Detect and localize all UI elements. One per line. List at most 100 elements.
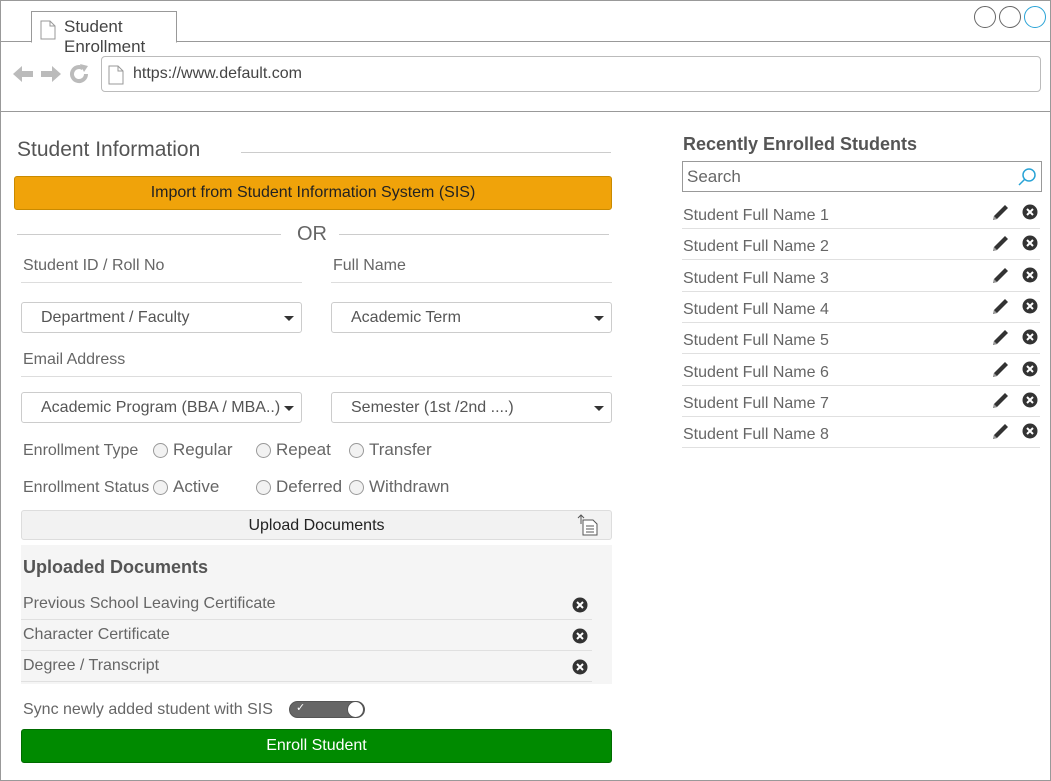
edit-pencil-icon[interactable]	[990, 297, 1010, 317]
radio-circle	[349, 479, 364, 495]
tab-strip: Student Enrollment	[1, 1, 1050, 56]
student-row: Student Full Name 7	[682, 386, 1040, 417]
import-sis-button[interactable]: Import from Student Information System (…	[14, 176, 612, 210]
remove-icon[interactable]	[572, 628, 588, 644]
restore-button[interactable]	[999, 6, 1021, 28]
minimize-button[interactable]	[974, 6, 996, 28]
divider	[241, 152, 611, 153]
check-icon: ✓	[296, 702, 306, 714]
full-name-label: Full Name	[333, 257, 406, 274]
student-name: Student Full Name 7	[683, 395, 829, 412]
student-name: Student Full Name 2	[683, 238, 829, 255]
edit-pencil-icon[interactable]	[990, 266, 1010, 286]
radio-label: Transfer	[369, 440, 432, 459]
remove-icon[interactable]	[572, 659, 588, 675]
radio-label: Regular	[173, 440, 233, 459]
remove-icon[interactable]	[1022, 361, 1038, 377]
radio-regular[interactable]: Regular	[153, 440, 233, 460]
recent-students-title: Recently Enrolled Students	[683, 134, 918, 154]
upload-documents-label: Upload Documents	[248, 517, 385, 534]
remove-icon[interactable]	[1022, 298, 1038, 314]
academic-term-select[interactable]: Academic Term	[331, 302, 612, 333]
chevron-down-icon	[594, 406, 604, 411]
close-window-button[interactable]	[1024, 6, 1046, 28]
url-field[interactable]: https://www.default.com	[101, 56, 1041, 92]
edit-pencil-icon[interactable]	[990, 360, 1010, 380]
edit-pencil-icon[interactable]	[990, 234, 1010, 254]
radio-transfer[interactable]: Transfer	[349, 440, 432, 460]
student-row: Student Full Name 2	[682, 229, 1040, 260]
enrollment-status-label: Enrollment Status	[23, 479, 150, 496]
edit-pencil-icon[interactable]	[990, 203, 1010, 223]
full-name-field[interactable]: Full Name	[331, 251, 612, 283]
address-bar-row: https://www.default.com	[1, 42, 1050, 112]
radio-circle	[349, 442, 364, 458]
student-row: Student Full Name 4	[682, 292, 1040, 323]
chevron-down-icon	[594, 316, 604, 321]
student-name: Student Full Name 4	[683, 301, 829, 318]
tab-student-enrollment[interactable]: Student Enrollment	[31, 11, 177, 56]
page-icon	[40, 20, 56, 40]
student-row: Student Full Name 3	[682, 261, 1040, 292]
student-id-label: Student ID / Roll No	[23, 257, 165, 274]
remove-icon[interactable]	[1022, 329, 1038, 345]
radio-label: Deferred	[276, 477, 343, 496]
window-controls	[974, 6, 1046, 28]
refresh-icon[interactable]	[67, 62, 91, 86]
edit-pencil-icon[interactable]	[990, 391, 1010, 411]
student-row: Student Full Name 5	[682, 323, 1040, 354]
department-select-value: Department / Faculty	[41, 309, 190, 326]
upload-documents-button[interactable]: Upload Documents	[21, 510, 612, 540]
chevron-down-icon	[284, 316, 294, 321]
document-name: Character Certificate	[23, 626, 170, 643]
student-row: Student Full Name 6	[682, 355, 1040, 386]
remove-icon[interactable]	[1022, 235, 1038, 251]
radio-repeat[interactable]: Repeat	[256, 440, 331, 460]
radio-active[interactable]: Active	[153, 477, 219, 497]
radio-circle	[256, 442, 271, 458]
sync-sis-toggle[interactable]: ✓	[289, 701, 365, 718]
student-row: Student Full Name 8	[682, 417, 1040, 448]
document-name: Previous School Leaving Certificate	[23, 595, 276, 612]
enroll-student-button[interactable]: Enroll Student	[21, 729, 612, 763]
document-row: Character Certificate	[21, 620, 592, 651]
uploaded-documents-panel: Uploaded Documents Previous School Leavi…	[21, 545, 612, 684]
nav-buttons	[11, 62, 91, 86]
radio-label: Withdrawn	[369, 477, 450, 496]
student-name: Student Full Name 3	[683, 270, 829, 287]
student-id-field[interactable]: Student ID / Roll No	[21, 251, 302, 283]
radio-circle	[153, 442, 168, 458]
remove-icon[interactable]	[572, 597, 588, 613]
student-row: Student Full Name 1	[682, 198, 1040, 229]
edit-pencil-icon[interactable]	[990, 328, 1010, 348]
radio-deferred[interactable]: Deferred	[256, 477, 342, 497]
upload-icon	[577, 514, 598, 536]
url-text: https://www.default.com	[133, 65, 302, 82]
search-input[interactable]: Search	[682, 161, 1042, 192]
remove-icon[interactable]	[1022, 423, 1038, 439]
page-icon	[108, 65, 124, 85]
uploaded-documents-title: Uploaded Documents	[23, 557, 209, 577]
academic-term-select-value: Academic Term	[351, 309, 461, 326]
search-icon[interactable]	[1017, 167, 1037, 187]
divider	[339, 234, 609, 235]
department-select[interactable]: Department / Faculty	[21, 302, 302, 333]
semester-select[interactable]: Semester (1st /2nd ....)	[331, 392, 612, 423]
academic-program-select[interactable]: Academic Program (BBA / MBA..)	[21, 392, 302, 423]
student-name: Student Full Name 6	[683, 364, 829, 381]
radio-withdrawn[interactable]: Withdrawn	[349, 477, 449, 497]
chevron-down-icon	[284, 406, 294, 411]
document-row: Degree / Transcript	[21, 651, 592, 682]
remove-icon[interactable]	[1022, 267, 1038, 283]
email-field[interactable]: Email Address	[21, 345, 612, 377]
remove-icon[interactable]	[1022, 392, 1038, 408]
remove-icon[interactable]	[1022, 204, 1038, 220]
enrollment-type-label: Enrollment Type	[23, 442, 139, 459]
forward-arrow-icon[interactable]	[39, 62, 63, 86]
section-title: Student Information	[17, 138, 201, 161]
radio-label: Repeat	[276, 440, 331, 459]
semester-select-value: Semester (1st /2nd ....)	[351, 399, 514, 416]
back-arrow-icon[interactable]	[11, 62, 35, 86]
edit-pencil-icon[interactable]	[990, 422, 1010, 442]
toggle-knob	[347, 701, 364, 718]
